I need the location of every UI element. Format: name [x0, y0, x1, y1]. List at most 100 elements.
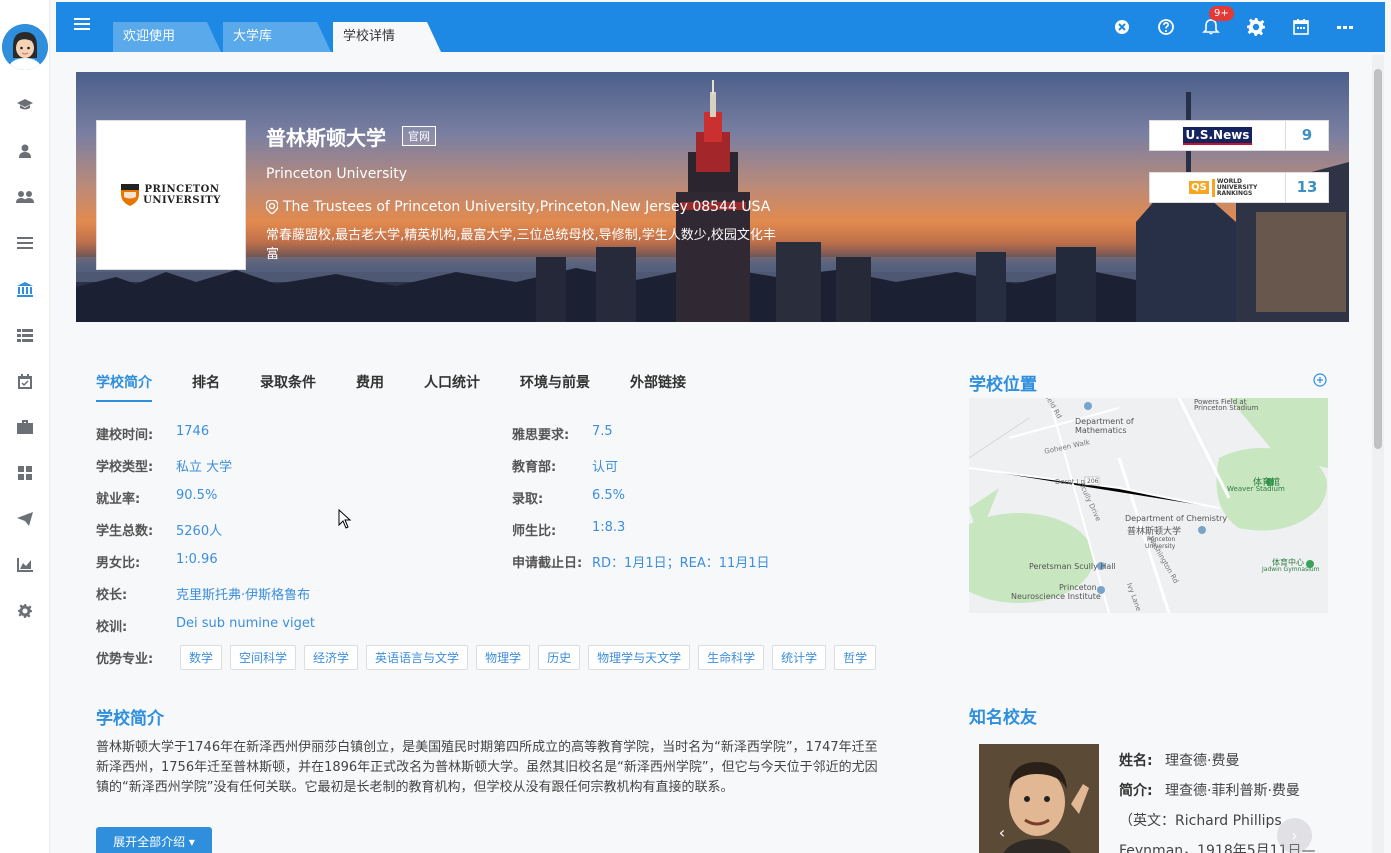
university-banner: PRINCETON UNIVERSITY 普林斯顿大学 官网 Princeton …	[76, 72, 1349, 322]
notification-badge: 9+	[1209, 6, 1234, 21]
calendar-icon[interactable]	[1292, 18, 1310, 36]
qs-logo: QS	[1189, 181, 1209, 194]
map-label: Princeton Stadium	[1194, 404, 1259, 412]
usnews-ranking[interactable]: U.S.News 9	[1149, 120, 1329, 151]
map-label: Jadwin Gymnasium	[1262, 566, 1320, 573]
tab-welcome[interactable]: 欢迎使用	[113, 22, 221, 52]
university-logo: PRINCETON UNIVERSITY	[96, 120, 246, 270]
next-alumni-button[interactable]: ›	[1277, 818, 1312, 853]
gender-ratio-value: 1:0.96	[176, 552, 218, 567]
map-label: 206	[1087, 478, 1099, 485]
grid-icon[interactable]	[14, 462, 36, 484]
map-label: Mathematics	[1075, 426, 1127, 435]
map-label: Princeton	[1059, 583, 1097, 592]
map-label: Peretsman Scully Hall	[1029, 562, 1116, 571]
user-avatar[interactable]	[2, 24, 48, 70]
expand-intro-label: 展开全部介绍	[113, 835, 186, 849]
tab-admission[interactable]: 录取条件	[260, 372, 316, 402]
major-tag[interactable]: 空间科学	[230, 645, 297, 670]
tab-fees[interactable]: 费用	[356, 372, 384, 402]
help-icon[interactable]	[1157, 18, 1175, 36]
motto-label: 校训:	[96, 620, 128, 635]
list-icon[interactable]	[14, 232, 36, 254]
alumni-name-label: 姓名:	[1119, 753, 1153, 769]
admission-rate-label: 录取:	[512, 492, 544, 507]
tab-university-library[interactable]: 大学库	[223, 22, 331, 52]
motto-value: Dei sub numine viget	[176, 616, 315, 631]
deadline-value: RD：1月1日；REA：11月1日	[592, 556, 770, 571]
tab-environment[interactable]: 环境与前景	[520, 372, 590, 402]
official-site-link[interactable]: 官网	[402, 126, 436, 146]
university-address: The Trustees of Princeton University,Pri…	[266, 199, 770, 215]
deadline-label: 申请截止日:	[512, 556, 583, 571]
location-title: 学校位置	[969, 375, 1037, 395]
alumni-bio-value: 理查德·菲利普斯·费曼	[1165, 783, 1300, 799]
close-circle-icon[interactable]	[1113, 18, 1131, 36]
caret-down-icon: ▾	[188, 835, 195, 849]
tab-ranking[interactable]: 排名	[192, 372, 220, 402]
employment-value: 90.5%	[176, 488, 218, 503]
tab-school-detail[interactable]: 学校详情	[333, 22, 441, 52]
president-label: 校长:	[96, 588, 128, 603]
major-tag[interactable]: 历史	[538, 645, 581, 670]
university-name-en: Princeton University	[266, 166, 408, 182]
major-tag[interactable]: 生命科学	[698, 645, 765, 670]
map-label: Weaver Stadium	[1227, 485, 1285, 493]
expand-intro-button[interactable]: 展开全部介绍 ▾	[96, 827, 212, 853]
prev-alumni-icon[interactable]: ‹	[992, 823, 1012, 843]
founded-label: 建校时间:	[96, 428, 154, 443]
chart-icon[interactable]	[14, 554, 36, 576]
graduation-cap-icon[interactable]	[14, 94, 36, 116]
teacher-ratio-label: 师生比:	[512, 524, 557, 539]
more-icon[interactable]	[1336, 18, 1354, 36]
menu-toggle-icon[interactable]	[74, 18, 90, 34]
zoom-in-icon[interactable]	[1313, 373, 1327, 387]
qs-ranking[interactable]: QS WORLD UNIVERSITY RANKINGS 13	[1149, 172, 1329, 203]
major-tag[interactable]: 英语语言与文学	[366, 645, 469, 670]
admission-rate-value: 6.5%	[592, 488, 626, 503]
usnews-logo: U.S.News	[1182, 126, 1253, 145]
qs-subtitle: WORLD UNIVERSITY RANKINGS	[1211, 178, 1257, 197]
major-tag[interactable]: 物理学与天文学	[588, 645, 691, 670]
settings-gear-icon[interactable]	[1247, 18, 1265, 36]
scrollbar-thumb[interactable]	[1374, 69, 1382, 449]
type-label: 学校类型:	[96, 460, 154, 475]
logo-text-line1: PRINCETON	[144, 184, 220, 195]
top-bar: 欢迎使用 大学库 学校详情 9+	[56, 2, 1385, 52]
president-value[interactable]: 克里斯托弗·伊斯格鲁布	[176, 584, 310, 603]
tab-external-links[interactable]: 外部链接	[630, 372, 686, 402]
table-icon[interactable]	[14, 324, 36, 346]
send-icon[interactable]	[14, 508, 36, 530]
alumni-bio-line2: （英文：Richard Phillips	[1119, 813, 1282, 829]
page-scrollbar[interactable]	[1372, 55, 1384, 853]
type-value: 私立 大学	[176, 460, 233, 475]
address-text: The Trustees of Princeton University,Pri…	[283, 199, 771, 215]
tab-intro[interactable]: 学校简介	[96, 372, 152, 402]
gear-icon[interactable]	[14, 600, 36, 622]
employment-label: 就业率:	[96, 492, 141, 507]
major-tag[interactable]: 统计学	[772, 645, 827, 670]
major-tag[interactable]: 数学	[180, 645, 223, 670]
calendar-check-icon[interactable]	[14, 370, 36, 392]
ielts-label: 雅思要求:	[512, 428, 570, 443]
location-pin-icon	[266, 200, 278, 214]
moe-value: 认可	[592, 460, 619, 475]
map-label: Department of Chemistry	[1125, 514, 1228, 523]
students-value: 5260人	[176, 524, 223, 539]
major-tag[interactable]: 经济学	[304, 645, 359, 670]
briefcase-icon[interactable]	[14, 416, 36, 438]
sidebar	[0, 0, 50, 853]
location-map[interactable]: Powers Field at Princeton Stadium Depart…	[969, 398, 1328, 613]
users-icon[interactable]	[14, 186, 36, 208]
user-icon[interactable]	[14, 140, 36, 162]
university-icon[interactable]	[14, 278, 36, 300]
major-tag[interactable]: 哲学	[834, 645, 877, 670]
majors-label-text: 优势专业:	[96, 652, 154, 667]
logo-text-line2: UNIVERSITY	[143, 195, 221, 206]
major-tag[interactable]: 物理学	[476, 645, 531, 670]
majors-label: 优势专业:	[96, 648, 153, 667]
alumni-title: 知名校友	[969, 708, 1037, 728]
tab-demographics[interactable]: 人口统计	[424, 372, 480, 402]
intro-title: 学校简介	[96, 709, 164, 729]
university-tags: 常春藤盟校,最古老大学,精英机构,最富大学,三位总统母校,导修制,学生人数少,校…	[266, 228, 776, 262]
